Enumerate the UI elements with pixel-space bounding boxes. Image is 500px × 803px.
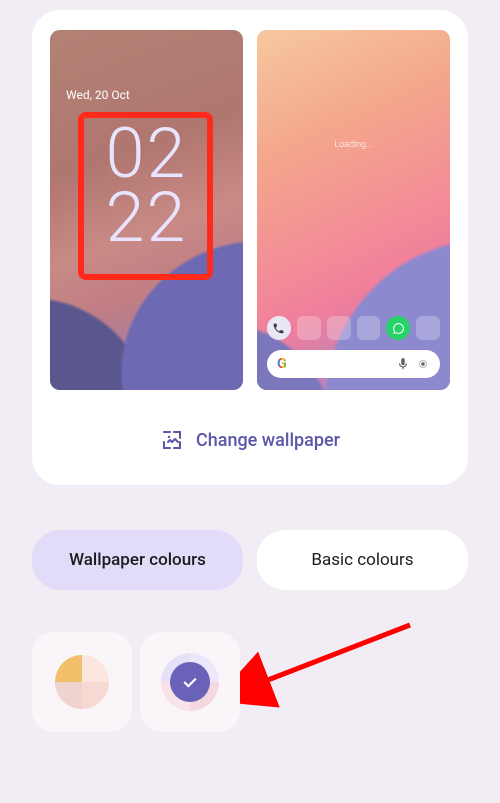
tab-basic-colours[interactable]: Basic colours (257, 530, 468, 590)
mic-icon (396, 357, 410, 371)
annotation-arrow (240, 615, 420, 735)
change-wallpaper-button[interactable]: Change wallpaper (50, 428, 450, 452)
app-folder-icon (327, 316, 351, 340)
google-search-bar: G (267, 350, 440, 378)
app-folder-icon (297, 316, 321, 340)
tab-label: Wallpaper colours (69, 550, 206, 570)
wallpaper-preview-card: Wed, 20 Oct 02 22 Loading... (32, 10, 468, 485)
tab-label: Basic colours (311, 550, 413, 570)
google-logo-icon: G (277, 356, 287, 372)
selected-check-badge (170, 662, 210, 702)
loading-label: Loading... (257, 140, 450, 150)
app-folder-icon (357, 316, 381, 340)
lens-icon (416, 357, 430, 371)
colour-swatch-2-selected[interactable] (140, 632, 240, 732)
preview-row: Wed, 20 Oct 02 22 Loading... (50, 30, 450, 390)
whatsapp-icon (386, 316, 410, 340)
change-wallpaper-label: Change wallpaper (196, 430, 340, 451)
phone-app-icon (267, 316, 291, 340)
app-dock (267, 316, 440, 340)
colour-swatch-row (32, 632, 240, 732)
homescreen-preview[interactable]: Loading... (257, 30, 450, 390)
tab-wallpaper-colours[interactable]: Wallpaper colours (32, 530, 243, 590)
palette-preview-icon (55, 655, 109, 709)
check-icon (180, 672, 200, 692)
palette-preview-icon (161, 653, 219, 711)
colour-source-tabs: Wallpaper colours Basic colours (32, 530, 468, 590)
wallpaper-icon (160, 428, 184, 452)
lockscreen-date: Wed, 20 Oct (66, 88, 130, 102)
lockscreen-preview[interactable]: Wed, 20 Oct 02 22 (50, 30, 243, 390)
app-folder-icon (416, 316, 440, 340)
colour-swatch-1[interactable] (32, 632, 132, 732)
annotation-highlight-box (78, 112, 213, 280)
